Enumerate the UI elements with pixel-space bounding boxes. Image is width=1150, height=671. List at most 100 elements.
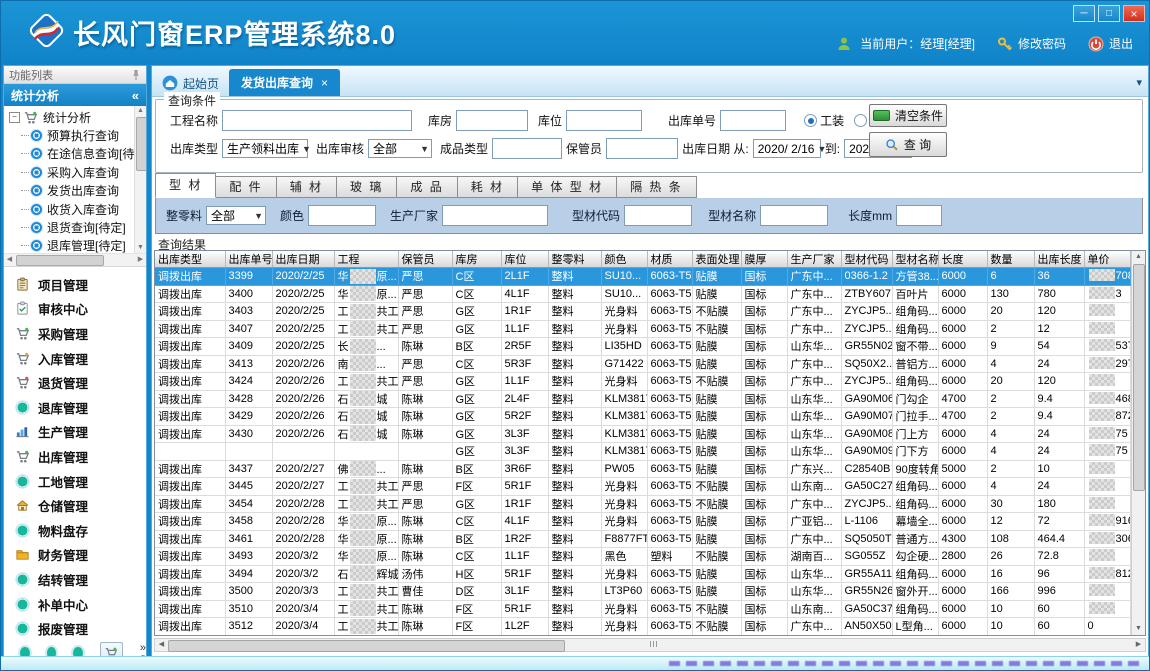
sidebar-module-9[interactable]: 仓储管理 <box>4 493 146 518</box>
pin-icon[interactable] <box>131 69 141 81</box>
table-row[interactable]: 调拨出库34932020/3/2华原...陈琳C区1L1F整料黑色塑料不贴膜国标… <box>155 548 1132 566</box>
column-header-13[interactable]: 型材代码 <box>841 251 892 268</box>
sidebar-module-6[interactable]: 生产管理 <box>4 420 146 445</box>
sidebar-module-5[interactable]: 退库管理 <box>4 395 146 420</box>
column-header-7[interactable]: 整零料 <box>548 251 601 268</box>
tab-list-dropdown-icon[interactable]: ▾ <box>1136 76 1142 89</box>
table-row[interactable]: 调拨出库34542020/2/28工共工程严思G区1R1F整料光身料6063-T… <box>155 495 1132 513</box>
clear-conditions-button[interactable]: 清空条件 <box>869 104 947 127</box>
material-tab-3[interactable]: 玻 璃 <box>337 176 397 198</box>
product-type-input[interactable] <box>492 138 562 159</box>
table-row[interactable]: 调拨出库33992020/2/25华原...严思C区2L1F整料SU10...6… <box>155 268 1132 286</box>
table-row[interactable]: 调拨出库34612020/2/28华原...陈琳B区1R2F整料F8877FT6… <box>155 530 1132 548</box>
material-tab-7[interactable]: 隔 热 条 <box>617 176 697 198</box>
material-tab-0[interactable]: 型 材 <box>155 173 216 198</box>
outbound-type-select[interactable]: 生产领料出库▼ <box>222 139 308 158</box>
tree-item-4[interactable]: 收货入库查询 <box>8 200 146 218</box>
project-name-input[interactable] <box>222 110 412 131</box>
date-from-picker[interactable]: 2020/ 2/16▼ <box>753 139 821 158</box>
column-header-0[interactable]: 出库类型 <box>155 251 225 268</box>
whole-part-select[interactable]: 全部▼ <box>206 206 266 225</box>
grid-vertical-scrollbar[interactable]: ▲ ▼ <box>1131 251 1145 635</box>
sidebar-module-7[interactable]: 出库管理 <box>4 444 146 469</box>
tree-expander-icon[interactable]: − <box>9 112 20 123</box>
order-no-input[interactable] <box>720 110 786 131</box>
sidebar-module-4[interactable]: 退货管理 <box>4 370 146 395</box>
column-header-3[interactable]: 工程 <box>334 251 398 268</box>
column-header-11[interactable]: 膜厚 <box>741 251 787 268</box>
table-row[interactable]: G区3L3F整料KLM38176063-T5贴膜国标山东华...GA90M09.… <box>155 443 1132 461</box>
table-row[interactable]: 调拨出库34452020/2/27工共工程严思F区5R1F整料光身料6063-T… <box>155 478 1132 496</box>
material-tab-2[interactable]: 辅 材 <box>277 176 337 198</box>
logout-button[interactable]: 退出 <box>1088 35 1133 52</box>
sidebar-section-header[interactable]: 统计分析 « <box>4 84 146 106</box>
column-header-16[interactable]: 数量 <box>987 251 1034 268</box>
sidebar-module-3[interactable]: 入库管理 <box>4 346 146 371</box>
tree-item-6[interactable]: 退库管理[待定] <box>8 237 146 254</box>
column-header-18[interactable]: 单价 <box>1084 251 1130 268</box>
tree-item-2[interactable]: 采购入库查询 <box>8 163 146 181</box>
audit-select[interactable]: 全部▼ <box>368 139 432 158</box>
tree-item-5[interactable]: 退货查询[待定] <box>8 218 146 236</box>
tree-item-1[interactable]: 在途信息查询[待 <box>8 145 146 163</box>
sidebar-module-10[interactable]: 物料盘存 <box>4 518 146 543</box>
sidebar-module-11[interactable]: 财务管理 <box>4 543 146 568</box>
table-row[interactable]: 调拨出库34582020/2/28华原...陈琳C区4L1F整料光身料6063-… <box>155 513 1132 531</box>
table-row[interactable]: 调拨出库34372020/2/27佛...陈琳B区3R6F整料PW056063-… <box>155 460 1132 478</box>
material-tab-4[interactable]: 成 品 <box>397 176 457 198</box>
material-tab-5[interactable]: 耗 材 <box>458 176 518 198</box>
column-header-5[interactable]: 库房 <box>452 251 501 268</box>
sidebar-module-2[interactable]: 采购管理 <box>4 321 146 346</box>
column-header-12[interactable]: 生产厂家 <box>787 251 841 268</box>
sidebar-module-14[interactable]: 报废管理 <box>4 616 146 641</box>
scroll-left-icon[interactable]: ◀ <box>155 639 168 651</box>
column-header-14[interactable]: 型材名称 <box>892 251 938 268</box>
table-row[interactable]: 调拨出库34942020/3/2石辉城汤伟H区5R1F整料光身料6063-T5贴… <box>155 565 1132 583</box>
column-header-8[interactable]: 颜色 <box>601 251 647 268</box>
close-button[interactable]: × <box>1123 5 1145 22</box>
column-header-9[interactable]: 材质 <box>647 251 692 268</box>
tree-root-item[interactable]: −统计分析 <box>8 108 146 126</box>
search-button[interactable]: 查 询 <box>869 132 947 157</box>
radio-gongzhuang[interactable]: 工装 <box>804 112 844 129</box>
column-header-6[interactable]: 库位 <box>501 251 548 268</box>
keeper-input[interactable] <box>606 138 678 159</box>
length-input[interactable] <box>896 205 942 226</box>
column-header-15[interactable]: 长度 <box>938 251 987 268</box>
column-header-2[interactable]: 出库日期 <box>272 251 334 268</box>
sidebar-module-8[interactable]: 工地管理 <box>4 469 146 494</box>
profile-code-input[interactable] <box>624 205 692 226</box>
sidebar-module-0[interactable]: 项目管理 <box>4 272 146 297</box>
table-row[interactable]: 调拨出库35122020/3/4工共工程陈琳F区1L2F整料光身料6063-T5… <box>155 618 1132 636</box>
material-tab-6[interactable]: 单 体 型 材 <box>518 176 617 198</box>
change-password-button[interactable]: 修改密码 <box>997 35 1066 52</box>
tree-item-0[interactable]: 预算执行查询 <box>8 126 146 144</box>
minimize-button[interactable]: ─ <box>1073 5 1095 22</box>
column-header-4[interactable]: 保管员 <box>398 251 452 268</box>
grid-horizontal-scrollbar[interactable]: ◀ ▶ <box>154 638 1146 652</box>
scroll-left-icon[interactable]: ◀ <box>4 254 15 266</box>
tab-shipping-outbound-query[interactable]: 发货出库查询 × <box>229 69 340 96</box>
column-header-1[interactable]: 出库单号 <box>225 251 272 268</box>
warehouse-input[interactable] <box>456 110 528 131</box>
table-row[interactable]: 调拨出库34092020/2/25长...陈琳B区2R5F整料LI35HD606… <box>155 338 1132 356</box>
table-row[interactable]: 调拨出库34132020/2/26南...严思C区5R3F整料G71422606… <box>155 355 1132 373</box>
tree-item-3[interactable]: 发货出库查询 <box>8 182 146 200</box>
scroll-right-icon[interactable]: ▶ <box>1132 639 1145 651</box>
collapse-icon[interactable]: « <box>132 88 139 103</box>
scroll-up-icon[interactable]: ▲ <box>1132 251 1145 263</box>
table-row[interactable]: 调拨出库34032020/2/25工共工程严思G区1R1F整料光身料6063-T… <box>155 303 1132 321</box>
table-row[interactable]: 调拨出库35102020/3/4工共工程陈琳F区5R1F整料光身料6063-T5… <box>155 600 1132 618</box>
column-header-10[interactable]: 表面处理 <box>692 251 741 268</box>
sidebar-module-12[interactable]: 结转管理 <box>4 567 146 592</box>
table-row[interactable]: 调拨出库34002020/2/25华原...严思C区4L1F整料SU10...6… <box>155 285 1132 303</box>
factory-input[interactable] <box>442 205 548 226</box>
column-header-17[interactable]: 出库长度 <box>1034 251 1084 268</box>
table-row[interactable]: 调拨出库34292020/2/26石城陈琳G区5R2F整料KLM38176063… <box>155 408 1132 426</box>
maximize-button[interactable]: □ <box>1098 5 1120 22</box>
location-input[interactable] <box>566 110 642 131</box>
color-input[interactable] <box>308 205 376 226</box>
sidebar-module-1[interactable]: 审核中心 <box>4 297 146 322</box>
tab-close-icon[interactable]: × <box>321 76 328 90</box>
scroll-down-icon[interactable]: ▼ <box>135 243 146 253</box>
